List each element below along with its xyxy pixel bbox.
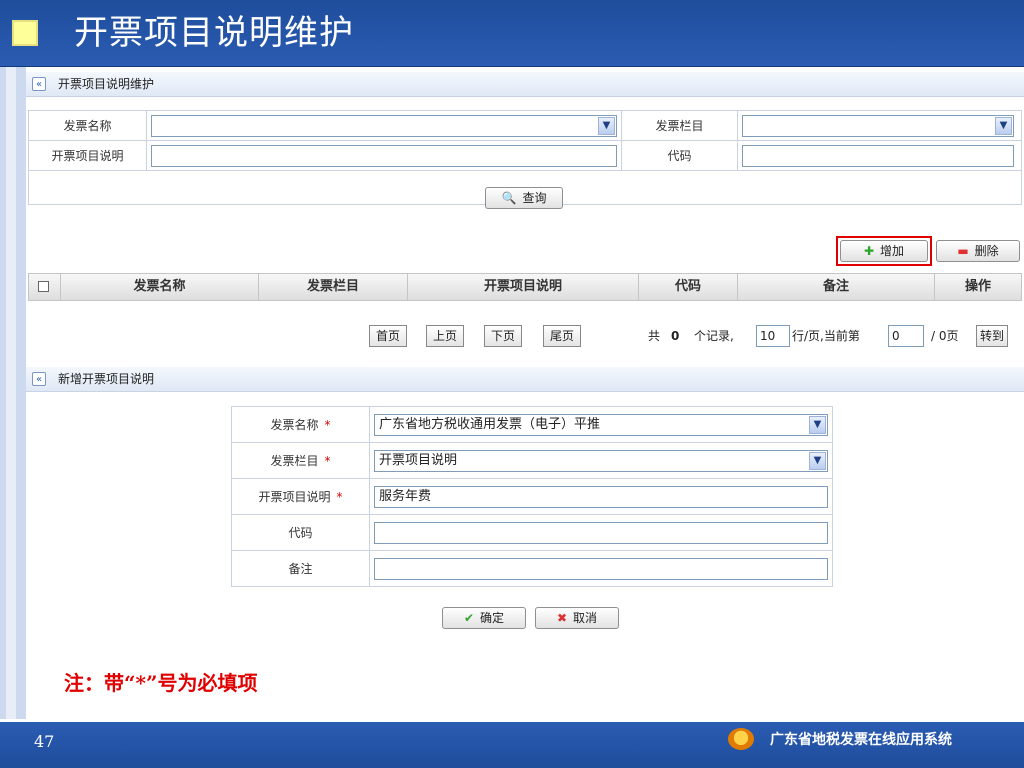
- column-item-desc[interactable]: 开票项目说明: [408, 274, 639, 300]
- search-panel-title: 开票项目说明维护: [58, 77, 155, 91]
- column-invoice-name[interactable]: 发票名称: [61, 274, 259, 300]
- minus-icon: ▬: [957, 244, 969, 258]
- left-decoration-stripe: [0, 67, 26, 719]
- pager-last-button[interactable]: 尾页: [543, 325, 582, 347]
- footer-brand: 广东省地税发票在线应用系统: [770, 732, 952, 748]
- pager-page-total: / 0页: [931, 329, 959, 343]
- invoice-column-label: 发票栏目: [620, 110, 739, 141]
- magnifier-icon: 🔍: [501, 191, 517, 205]
- invoice-name-select[interactable]: ▼: [151, 114, 617, 137]
- add-panel-header: « 新增开票项目说明: [26, 367, 1024, 392]
- add-item-desc-label: 开票项目说明 *: [231, 478, 370, 515]
- select-all-checkbox[interactable]: [38, 281, 49, 292]
- item-desc-input[interactable]: [151, 144, 617, 167]
- add-invoice-column-label: 发票栏目 *: [231, 442, 370, 479]
- dropdown-arrow-icon[interactable]: ▼: [598, 116, 615, 135]
- column-actions[interactable]: 操作: [935, 274, 1021, 300]
- required-asterisk: *: [324, 454, 331, 468]
- add-invoice-column-select[interactable]: 开票项目说明 ▼: [374, 449, 828, 472]
- add-remark-label: 备注: [231, 550, 370, 587]
- title-bullet-square: [12, 20, 38, 46]
- grid-header: 发票名称 发票栏目 开票项目说明 代码 备注 操作: [28, 273, 1022, 301]
- column-invoice-column[interactable]: 发票栏目: [259, 274, 408, 300]
- close-box-icon: ✖: [556, 611, 568, 625]
- app-content: « 开票项目说明维护 发票名称 ▼ 发票栏目 ▼ 开票项目说明 代码 🔍 查询 …: [26, 72, 1024, 720]
- item-desc-label: 开票项目说明: [28, 140, 147, 171]
- pager-next-button[interactable]: 下页: [484, 325, 523, 347]
- code-label: 代码: [620, 140, 739, 171]
- add-form: 发票名称 * 广东省地方税收通用发票（电子）平推 ▼ 发票栏目 * 开票项目说明 ▼: [231, 406, 833, 587]
- pager-total-count: 0: [671, 329, 680, 343]
- slide-title: 开票项目说明维护: [74, 13, 354, 53]
- pager-first-button[interactable]: 首页: [369, 325, 408, 347]
- slide-header: 开票项目说明维护: [0, 0, 1024, 67]
- page-number: 47: [34, 732, 55, 751]
- pager-rows-suffix: 行/页,当前第: [792, 329, 860, 343]
- code-input[interactable]: [742, 144, 1015, 167]
- pager-goto-button[interactable]: 转到: [976, 325, 1009, 347]
- confirm-button[interactable]: ✔ 确定: [442, 607, 526, 629]
- add-button[interactable]: ✚ 增加: [840, 240, 928, 262]
- dropdown-arrow-icon[interactable]: ▼: [809, 451, 826, 470]
- current-page-input[interactable]: 0: [888, 325, 924, 347]
- required-asterisk: *: [336, 490, 343, 504]
- add-invoice-name-label: 发票名称 *: [231, 406, 370, 443]
- collapse-double-chevron-icon[interactable]: «: [32, 77, 46, 91]
- add-item-desc-input[interactable]: 服务年费: [374, 485, 828, 508]
- add-panel-title: 新增开票项目说明: [58, 372, 155, 386]
- check-circle-icon: ✔: [463, 611, 475, 625]
- rows-per-page-input[interactable]: 10: [756, 325, 790, 347]
- add-remark-input[interactable]: [374, 557, 828, 580]
- required-asterisk: *: [324, 418, 331, 432]
- plus-icon: ✚: [863, 244, 875, 258]
- dropdown-arrow-icon[interactable]: ▼: [809, 415, 826, 434]
- add-code-label: 代码: [231, 514, 370, 551]
- invoice-name-label: 发票名称: [28, 110, 147, 141]
- add-invoice-name-select[interactable]: 广东省地方税收通用发票（电子）平推 ▼: [374, 413, 828, 436]
- pager-total-prefix: 共: [648, 329, 661, 343]
- pager-prev-button[interactable]: 上页: [426, 325, 465, 347]
- column-code[interactable]: 代码: [639, 274, 738, 300]
- query-button[interactable]: 🔍 查询: [485, 187, 563, 209]
- add-code-input[interactable]: [374, 521, 828, 544]
- tax-emblem-icon: [728, 728, 754, 750]
- collapse-double-chevron-icon[interactable]: «: [32, 372, 46, 386]
- cancel-button[interactable]: ✖ 取消: [535, 607, 619, 629]
- invoice-column-select[interactable]: ▼: [742, 114, 1015, 137]
- column-remark[interactable]: 备注: [738, 274, 935, 300]
- slide-footer: 47 广东省地税发票在线应用系统: [0, 720, 1024, 768]
- delete-button[interactable]: ▬ 删除: [936, 240, 1020, 262]
- dropdown-arrow-icon[interactable]: ▼: [995, 116, 1013, 135]
- required-note: 注：带“*”号为必填项: [64, 671, 258, 695]
- pager-total-suffix: 个记录,: [694, 329, 734, 343]
- search-panel-header: « 开票项目说明维护: [26, 72, 1024, 97]
